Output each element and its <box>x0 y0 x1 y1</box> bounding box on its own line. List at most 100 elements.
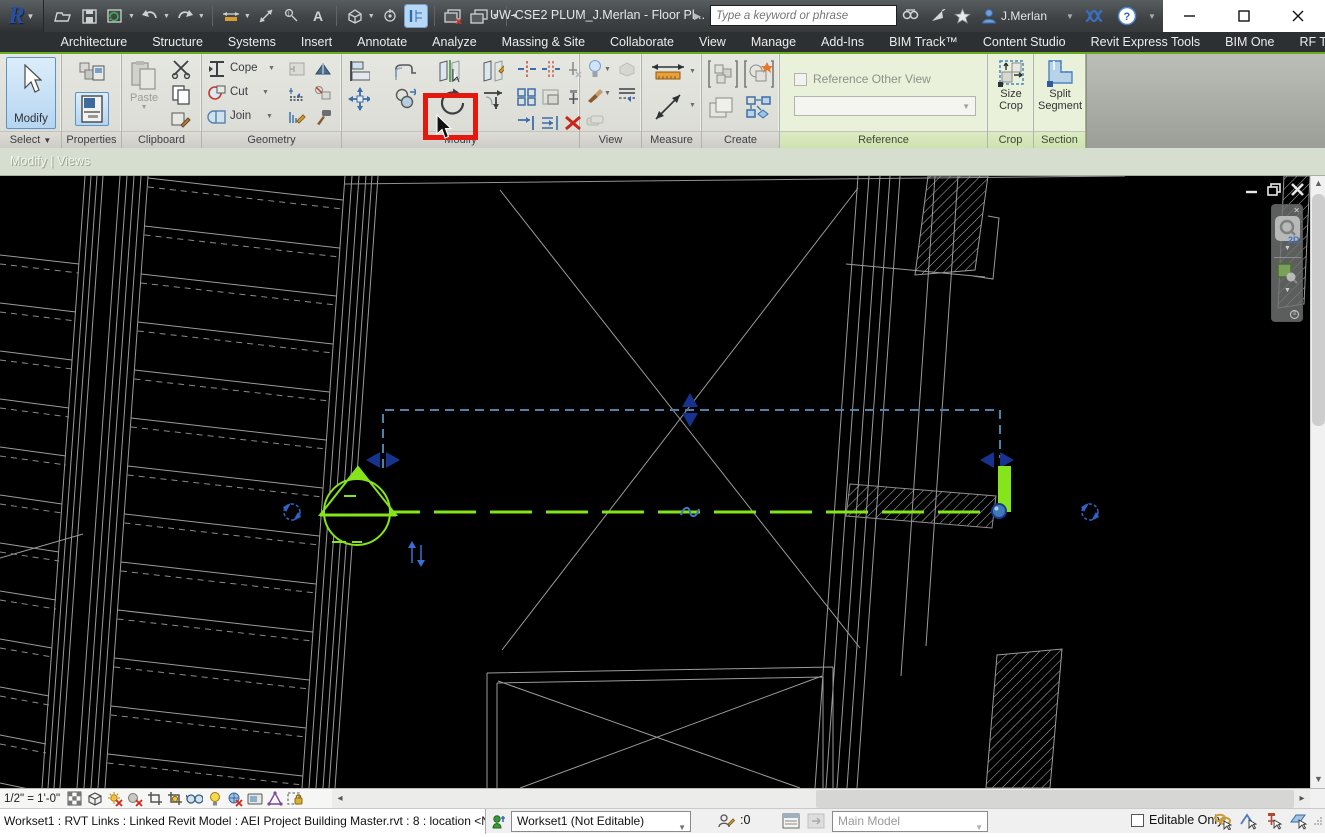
shadows-icon[interactable] <box>126 790 143 807</box>
temporary-hide-isolate-icon[interactable] <box>186 790 204 807</box>
measure-icon[interactable] <box>255 5 277 27</box>
displace-elements-icon[interactable] <box>584 110 606 132</box>
chevron-down-icon[interactable]: ▼ <box>1058 4 1082 28</box>
navbar-more-icon[interactable]: ≡ <box>1290 310 1299 319</box>
linework-icon[interactable] <box>616 84 638 106</box>
chevron-down-icon[interactable]: ▼ <box>268 65 275 72</box>
panel-label-clipboard[interactable]: Clipboard <box>122 131 201 148</box>
floor-plan-drawing[interactable] <box>0 176 1310 788</box>
split-element-icon[interactable] <box>516 58 538 80</box>
measure-along-element-icon[interactable] <box>652 92 684 122</box>
tab-bim-track[interactable]: BIM Track™ <box>877 32 971 52</box>
type-properties-button[interactable] <box>75 56 109 90</box>
chevron-down-icon[interactable]: ▼ <box>128 13 135 20</box>
scroll-right-icon[interactable]: ▸ <box>1294 789 1310 809</box>
tab-structure[interactable]: Structure <box>140 32 216 52</box>
chevron-down-icon[interactable]: ▼ <box>266 113 273 120</box>
editing-requests-icon[interactable] <box>716 811 736 831</box>
copy-icon[interactable] <box>170 84 192 106</box>
cut-icon[interactable] <box>170 58 192 80</box>
chevron-down-icon[interactable]: ▼ <box>689 102 696 109</box>
thin-lines-icon[interactable] <box>403 4 428 28</box>
array-icon[interactable] <box>516 86 538 108</box>
panel-label-properties[interactable]: Properties <box>62 131 121 148</box>
title-expand-icon[interactable]: ▶ <box>694 7 706 25</box>
panel-label-measure[interactable]: Measure <box>642 131 701 148</box>
show-crop-region-icon[interactable] <box>166 790 183 807</box>
sync-with-central-icon[interactable] <box>104 5 126 27</box>
view-close-icon[interactable] <box>1290 182 1304 196</box>
tab-revit-express-tools[interactable]: Revit Express Tools <box>1078 32 1213 52</box>
tab-systems[interactable]: Systems <box>215 32 288 52</box>
active-workset-select[interactable]: Workset1 (Not Editable) ▼ <box>511 811 691 832</box>
cut-geometry-icon[interactable] <box>206 82 228 104</box>
move-icon[interactable] <box>348 87 370 111</box>
tab-bim-one[interactable]: BIM One <box>1213 32 1287 52</box>
join-icon[interactable] <box>206 106 228 128</box>
rotate-control-left[interactable] <box>283 503 301 521</box>
tab-massing-site[interactable]: Massing & Site <box>489 32 597 52</box>
mirror-pick-axis-icon[interactable] <box>438 60 460 83</box>
scroll-up-icon[interactable]: ▲ <box>1311 176 1325 192</box>
panel-label-geometry[interactable]: Geometry <box>202 131 341 148</box>
worksets-icon[interactable] <box>489 811 509 831</box>
select-underlay-elements-icon[interactable] <box>1239 811 1259 831</box>
paste-aligned-icon[interactable] <box>286 58 308 80</box>
chevron-down-icon[interactable]: ▼ <box>198 13 205 20</box>
crop-view-icon[interactable] <box>146 790 163 807</box>
help-icon[interactable]: ? <box>1115 4 1139 28</box>
panel-label-create[interactable]: Create <box>702 131 779 148</box>
redo-icon[interactable] <box>174 5 196 27</box>
demolish-hammer-icon[interactable] <box>312 106 334 128</box>
panel-label-section[interactable]: Section <box>1034 131 1085 148</box>
linework-tools-icon[interactable] <box>286 106 308 128</box>
drag-control-right[interactable] <box>980 452 1014 468</box>
paint-brush-icon[interactable] <box>584 84 606 106</box>
tab-architecture[interactable]: Architecture <box>48 32 140 52</box>
visual-style-icon[interactable] <box>86 790 103 807</box>
copy-element-icon[interactable] <box>394 88 416 110</box>
chevron-down-icon[interactable]: ▼ <box>368 13 375 20</box>
panel-label-reference[interactable]: Reference <box>780 131 987 148</box>
offset-icon[interactable] <box>394 60 416 82</box>
maximize-button[interactable] <box>1217 0 1271 32</box>
legend-component-icon[interactable] <box>708 94 738 122</box>
drawing-area[interactable]: ✕ 2D ▼ ▼ ≡ <box>0 176 1310 788</box>
match-type-properties-icon[interactable] <box>170 109 192 131</box>
endpoint-grip[interactable] <box>991 503 1007 519</box>
exchange-apps-icon[interactable] <box>1082 4 1106 28</box>
view-minimize-icon[interactable] <box>1244 182 1258 196</box>
join-label[interactable]: Join <box>230 110 251 122</box>
split-with-gap-icon[interactable] <box>540 58 562 80</box>
design-options-dialog-icon[interactable] <box>781 811 801 831</box>
analytical-model-icon[interactable] <box>266 790 283 807</box>
properties-palette-button[interactable] <box>75 92 109 126</box>
aligned-dimension-icon[interactable] <box>220 5 242 27</box>
undo-icon[interactable] <box>139 5 161 27</box>
vertical-scroll-thumb[interactable] <box>1312 194 1325 426</box>
paste-button[interactable]: Paste ▼ <box>130 60 158 111</box>
save-icon[interactable] <box>78 5 100 27</box>
minimize-button[interactable] <box>1163 0 1217 32</box>
tab-annotate[interactable]: Annotate <box>345 32 420 52</box>
text-icon[interactable]: A <box>307 5 329 27</box>
switch-windows-icon[interactable] <box>468 5 490 27</box>
signed-in-user[interactable]: J.Merlan <box>1001 9 1047 23</box>
cope-icon[interactable] <box>206 58 228 80</box>
chevron-down-icon[interactable]: ▼ <box>689 68 696 75</box>
detail-level-icon[interactable] <box>66 790 83 807</box>
communication-center-icon[interactable] <box>926 4 950 28</box>
chevron-down-icon[interactable]: ▼ <box>604 66 611 73</box>
editable-only-checkbox[interactable]: Editable Only <box>1131 813 1223 827</box>
flip-section-control[interactable] <box>408 541 425 567</box>
cut-label[interactable]: Cut <box>230 86 248 98</box>
window-resize-grip[interactable] <box>1313 813 1323 831</box>
chevron-down-icon[interactable]: ▼ <box>604 90 611 97</box>
close-inactive-windows-icon[interactable] <box>442 5 464 27</box>
chevron-down-icon[interactable]: ▼ <box>163 13 170 20</box>
vertical-scrollbar[interactable]: ▲ ▼ <box>1310 176 1325 788</box>
horizontal-scrollbar[interactable]: ◂ ▸ <box>332 788 1310 808</box>
tab-content-studio[interactable]: Content Studio <box>970 32 1078 52</box>
render-icon[interactable] <box>616 58 638 80</box>
close-button[interactable] <box>1271 0 1325 32</box>
